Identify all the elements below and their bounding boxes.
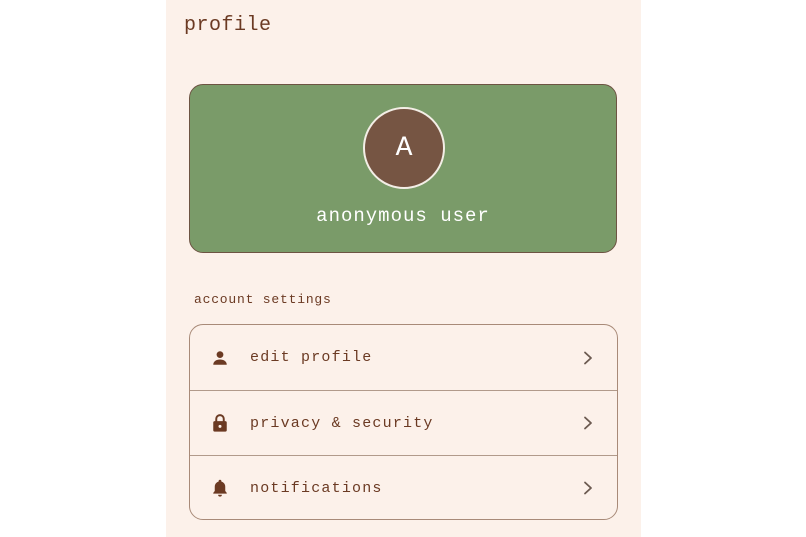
settings-item-notifications[interactable]: notifications <box>190 455 617 519</box>
page-title: profile <box>184 14 272 37</box>
account-settings-list: edit profile privacy & security notifica… <box>189 324 618 520</box>
person-icon <box>210 348 230 368</box>
settings-item-privacy-security[interactable]: privacy & security <box>190 390 617 455</box>
settings-item-label: privacy & security <box>250 414 434 432</box>
chevron-right-icon <box>581 481 595 495</box>
chevron-right-icon <box>581 416 595 430</box>
bell-icon <box>210 478 230 498</box>
section-label-account-settings: account settings <box>194 292 332 307</box>
settings-item-label: notifications <box>250 479 383 497</box>
chevron-right-icon <box>581 351 595 365</box>
user-name: anonymous user <box>316 205 490 227</box>
settings-item-edit-profile[interactable]: edit profile <box>190 325 617 390</box>
settings-item-label: edit profile <box>250 349 373 366</box>
profile-card: A anonymous user <box>189 84 617 253</box>
profile-screen: profile A anonymous user account setting… <box>166 0 641 537</box>
avatar-initial: A <box>395 132 413 164</box>
lock-icon <box>210 413 230 433</box>
avatar[interactable]: A <box>363 107 445 189</box>
